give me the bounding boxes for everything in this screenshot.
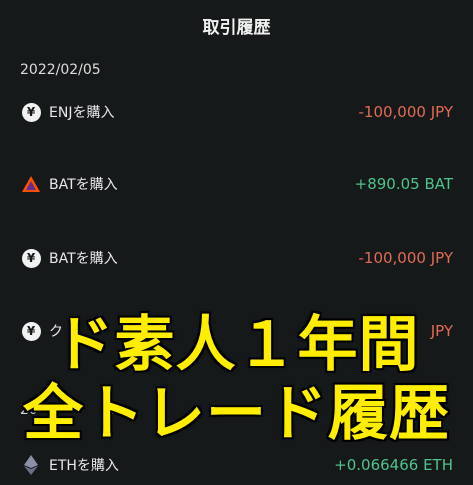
transaction-amount: +0.066466 ETH — [334, 456, 453, 474]
overlay-title-line2: 全トレード履歴 — [22, 378, 451, 451]
eth-icon — [21, 455, 41, 475]
transaction-label: BATを購入 — [49, 251, 118, 267]
yen-icon: ¥ — [21, 102, 41, 122]
transaction-label: ENJを購入 — [49, 105, 115, 121]
list-item[interactable]: BATを購入 +890.05 BAT — [0, 164, 473, 204]
transaction-amount: +890.05 BAT — [354, 175, 453, 193]
list-item[interactable]: ¥ ENJを購入 -100,000 JPY — [0, 92, 473, 132]
transaction-amount: -100,000 JPY — [358, 249, 453, 267]
transaction-amount: -100,000 JPY — [358, 103, 453, 121]
bat-icon — [21, 174, 41, 194]
yen-icon: ¥ — [21, 248, 41, 268]
transaction-label: BATを購入 — [49, 177, 118, 193]
list-item[interactable]: ¥ BATを購入 -100,000 JPY — [0, 238, 473, 278]
page-title: 取引履歴 — [202, 17, 271, 38]
transaction-label: ETHを購入 — [49, 458, 119, 474]
date-header: 2022/02/05 — [20, 62, 101, 78]
